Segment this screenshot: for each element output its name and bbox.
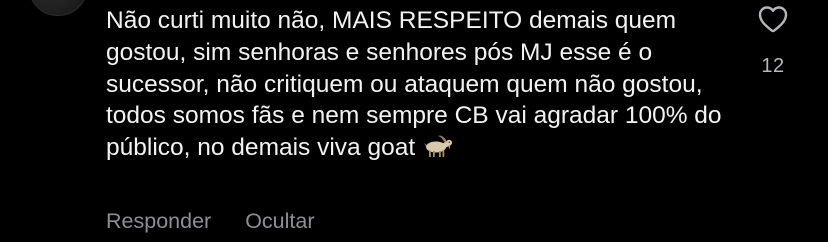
like-button[interactable]: 12: [750, 4, 796, 84]
avatar[interactable]: [28, 0, 88, 16]
hide-button[interactable]: Ocultar: [245, 209, 314, 234]
comment-row: Não curti muito não, MAIS RESPEITO demai…: [0, 0, 828, 242]
comment-actions: Responder Ocultar: [106, 206, 315, 236]
reply-button[interactable]: Responder: [106, 209, 211, 234]
comment-body: Não curti muito não, MAIS RESPEITO demai…: [106, 5, 746, 164]
comment-text: Não curti muito não, MAIS RESPEITO demai…: [106, 7, 722, 162]
like-count: 12: [761, 55, 785, 77]
goat-icon: [424, 134, 454, 158]
heart-outline-icon[interactable]: [757, 4, 789, 34]
